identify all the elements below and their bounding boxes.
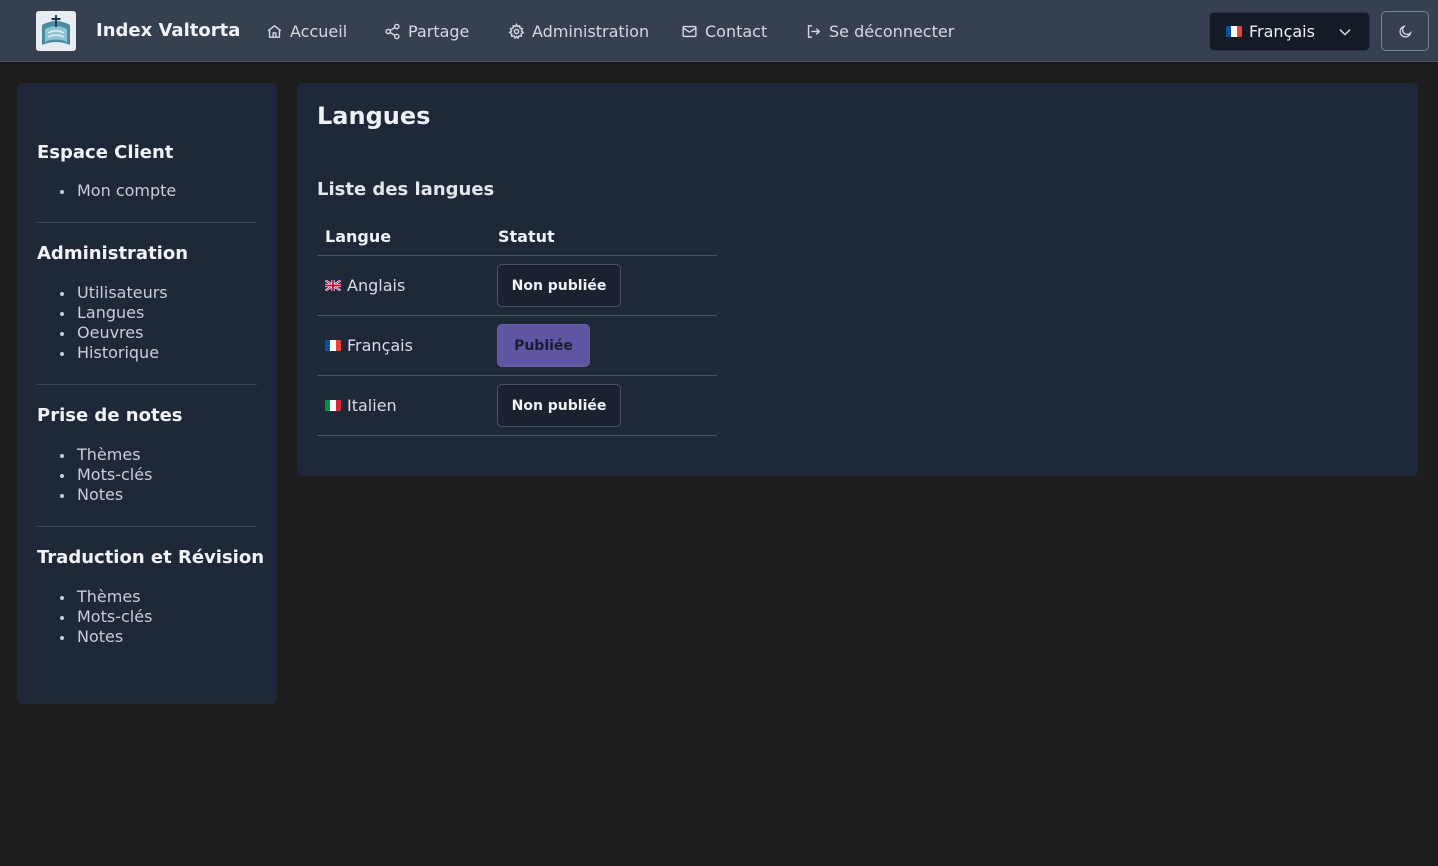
sidebar-item-utilisateurs[interactable]: Utilisateurs <box>37 283 257 303</box>
sidebar-section-title: Prise de notes <box>37 405 183 426</box>
sidebar-section-title: Espace Client <box>37 142 174 163</box>
column-header-statut: Statut <box>498 227 555 246</box>
sidebar-section-title: Traduction et Révision <box>37 547 265 568</box>
nav-logout[interactable]: Se déconnecter <box>805 20 954 42</box>
sidebar-section-prise-de-notes: Prise de notes Thèmes Mots-clés Notes <box>37 405 257 505</box>
sidebar-item-mots-cles[interactable]: Mots-clés <box>37 607 257 627</box>
section-title: Liste des langues <box>317 179 495 200</box>
sidebar-list: Thèmes Mots-clés Notes <box>37 445 257 505</box>
language-name: Anglais <box>347 276 406 295</box>
france-flag-icon <box>1226 26 1242 37</box>
nav-administration-label: Administration <box>532 21 650 41</box>
language-name: Français <box>347 336 413 355</box>
sidebar-item-mots-cles[interactable]: Mots-clés <box>37 465 257 485</box>
table-row-language: Français <box>325 336 413 355</box>
home-icon <box>267 24 282 38</box>
sidebar-divider <box>37 222 257 223</box>
status-button[interactable]: Publiée <box>497 324 590 367</box>
logo-icon[interactable] <box>36 11 76 51</box>
nav-logout-label: Se déconnecter <box>829 21 955 41</box>
sidebar-section-title: Administration <box>37 243 189 264</box>
sidebar-section-traduction-revision: Traduction et Révision Thèmes Mots-clés … <box>37 547 265 647</box>
sidebar-item-historique[interactable]: Historique <box>37 343 257 363</box>
table-divider <box>317 255 717 256</box>
sidebar-item-oeuvres[interactable]: Oeuvres <box>37 323 257 343</box>
language-select-value: Français <box>1249 22 1315 41</box>
sidebar-section-administration: Administration Utilisateurs Langues Oeuv… <box>37 243 257 363</box>
theme-toggle-button[interactable] <box>1381 11 1429 51</box>
sidebar-divider <box>37 526 257 527</box>
nav-contact[interactable]: Contact <box>681 20 767 42</box>
table-row-language: Italien <box>325 396 397 415</box>
sidebar-list: Thèmes Mots-clés Notes <box>37 587 257 647</box>
top-navbar: Index Valtorta Accueil Partage Administr… <box>0 0 1438 62</box>
sidebar-section-espace-client: Espace Client Mon compte <box>37 142 257 201</box>
italy-flag-icon <box>325 400 341 411</box>
language-name: Italien <box>347 396 397 415</box>
sidebar-item-themes[interactable]: Thèmes <box>37 587 257 607</box>
status-button[interactable]: Non publiée <box>497 384 621 427</box>
sidebar-divider <box>37 384 257 385</box>
france-flag-icon <box>325 340 341 351</box>
page-title: Langues <box>317 102 431 130</box>
moon-icon <box>1398 24 1412 38</box>
table-divider <box>317 435 717 436</box>
nav-accueil[interactable]: Accueil <box>266 20 347 42</box>
nav-administration[interactable]: Administration <box>508 20 649 42</box>
sidebar-list: Mon compte <box>37 181 257 201</box>
nav-contact-label: Contact <box>705 21 768 41</box>
sidebar-item-themes[interactable]: Thèmes <box>37 445 257 465</box>
table-divider <box>317 375 717 376</box>
main-card: Langues Liste des langues Langue Statut … <box>297 83 1418 476</box>
logout-icon <box>807 24 821 38</box>
table-row-language: Anglais <box>325 276 405 295</box>
column-header-langue: Langue <box>325 227 392 246</box>
gear-icon <box>508 22 525 39</box>
brand-name[interactable]: Index Valtorta <box>96 20 240 41</box>
uk-flag-icon <box>325 280 341 291</box>
table-divider <box>317 315 717 316</box>
share-icon <box>385 23 400 39</box>
sidebar-item-notes[interactable]: Notes <box>37 485 257 505</box>
nav-accueil-label: Accueil <box>290 21 348 41</box>
sidebar-list: Utilisateurs Langues Oeuvres Historique <box>37 283 257 363</box>
sidebar-item-mon-compte[interactable]: Mon compte <box>37 181 257 201</box>
nav-partage[interactable]: Partage <box>384 20 469 42</box>
sidebar-item-langues[interactable]: Langues <box>37 303 257 323</box>
status-button[interactable]: Non publiée <box>497 264 621 307</box>
sidebar: Espace Client Mon compte Administration … <box>17 83 277 704</box>
chevron-down-icon <box>1339 29 1351 36</box>
nav-partage-label: Partage <box>408 21 470 41</box>
mail-icon <box>682 25 697 37</box>
language-select[interactable]: Français <box>1209 12 1370 51</box>
sidebar-item-notes[interactable]: Notes <box>37 627 257 647</box>
